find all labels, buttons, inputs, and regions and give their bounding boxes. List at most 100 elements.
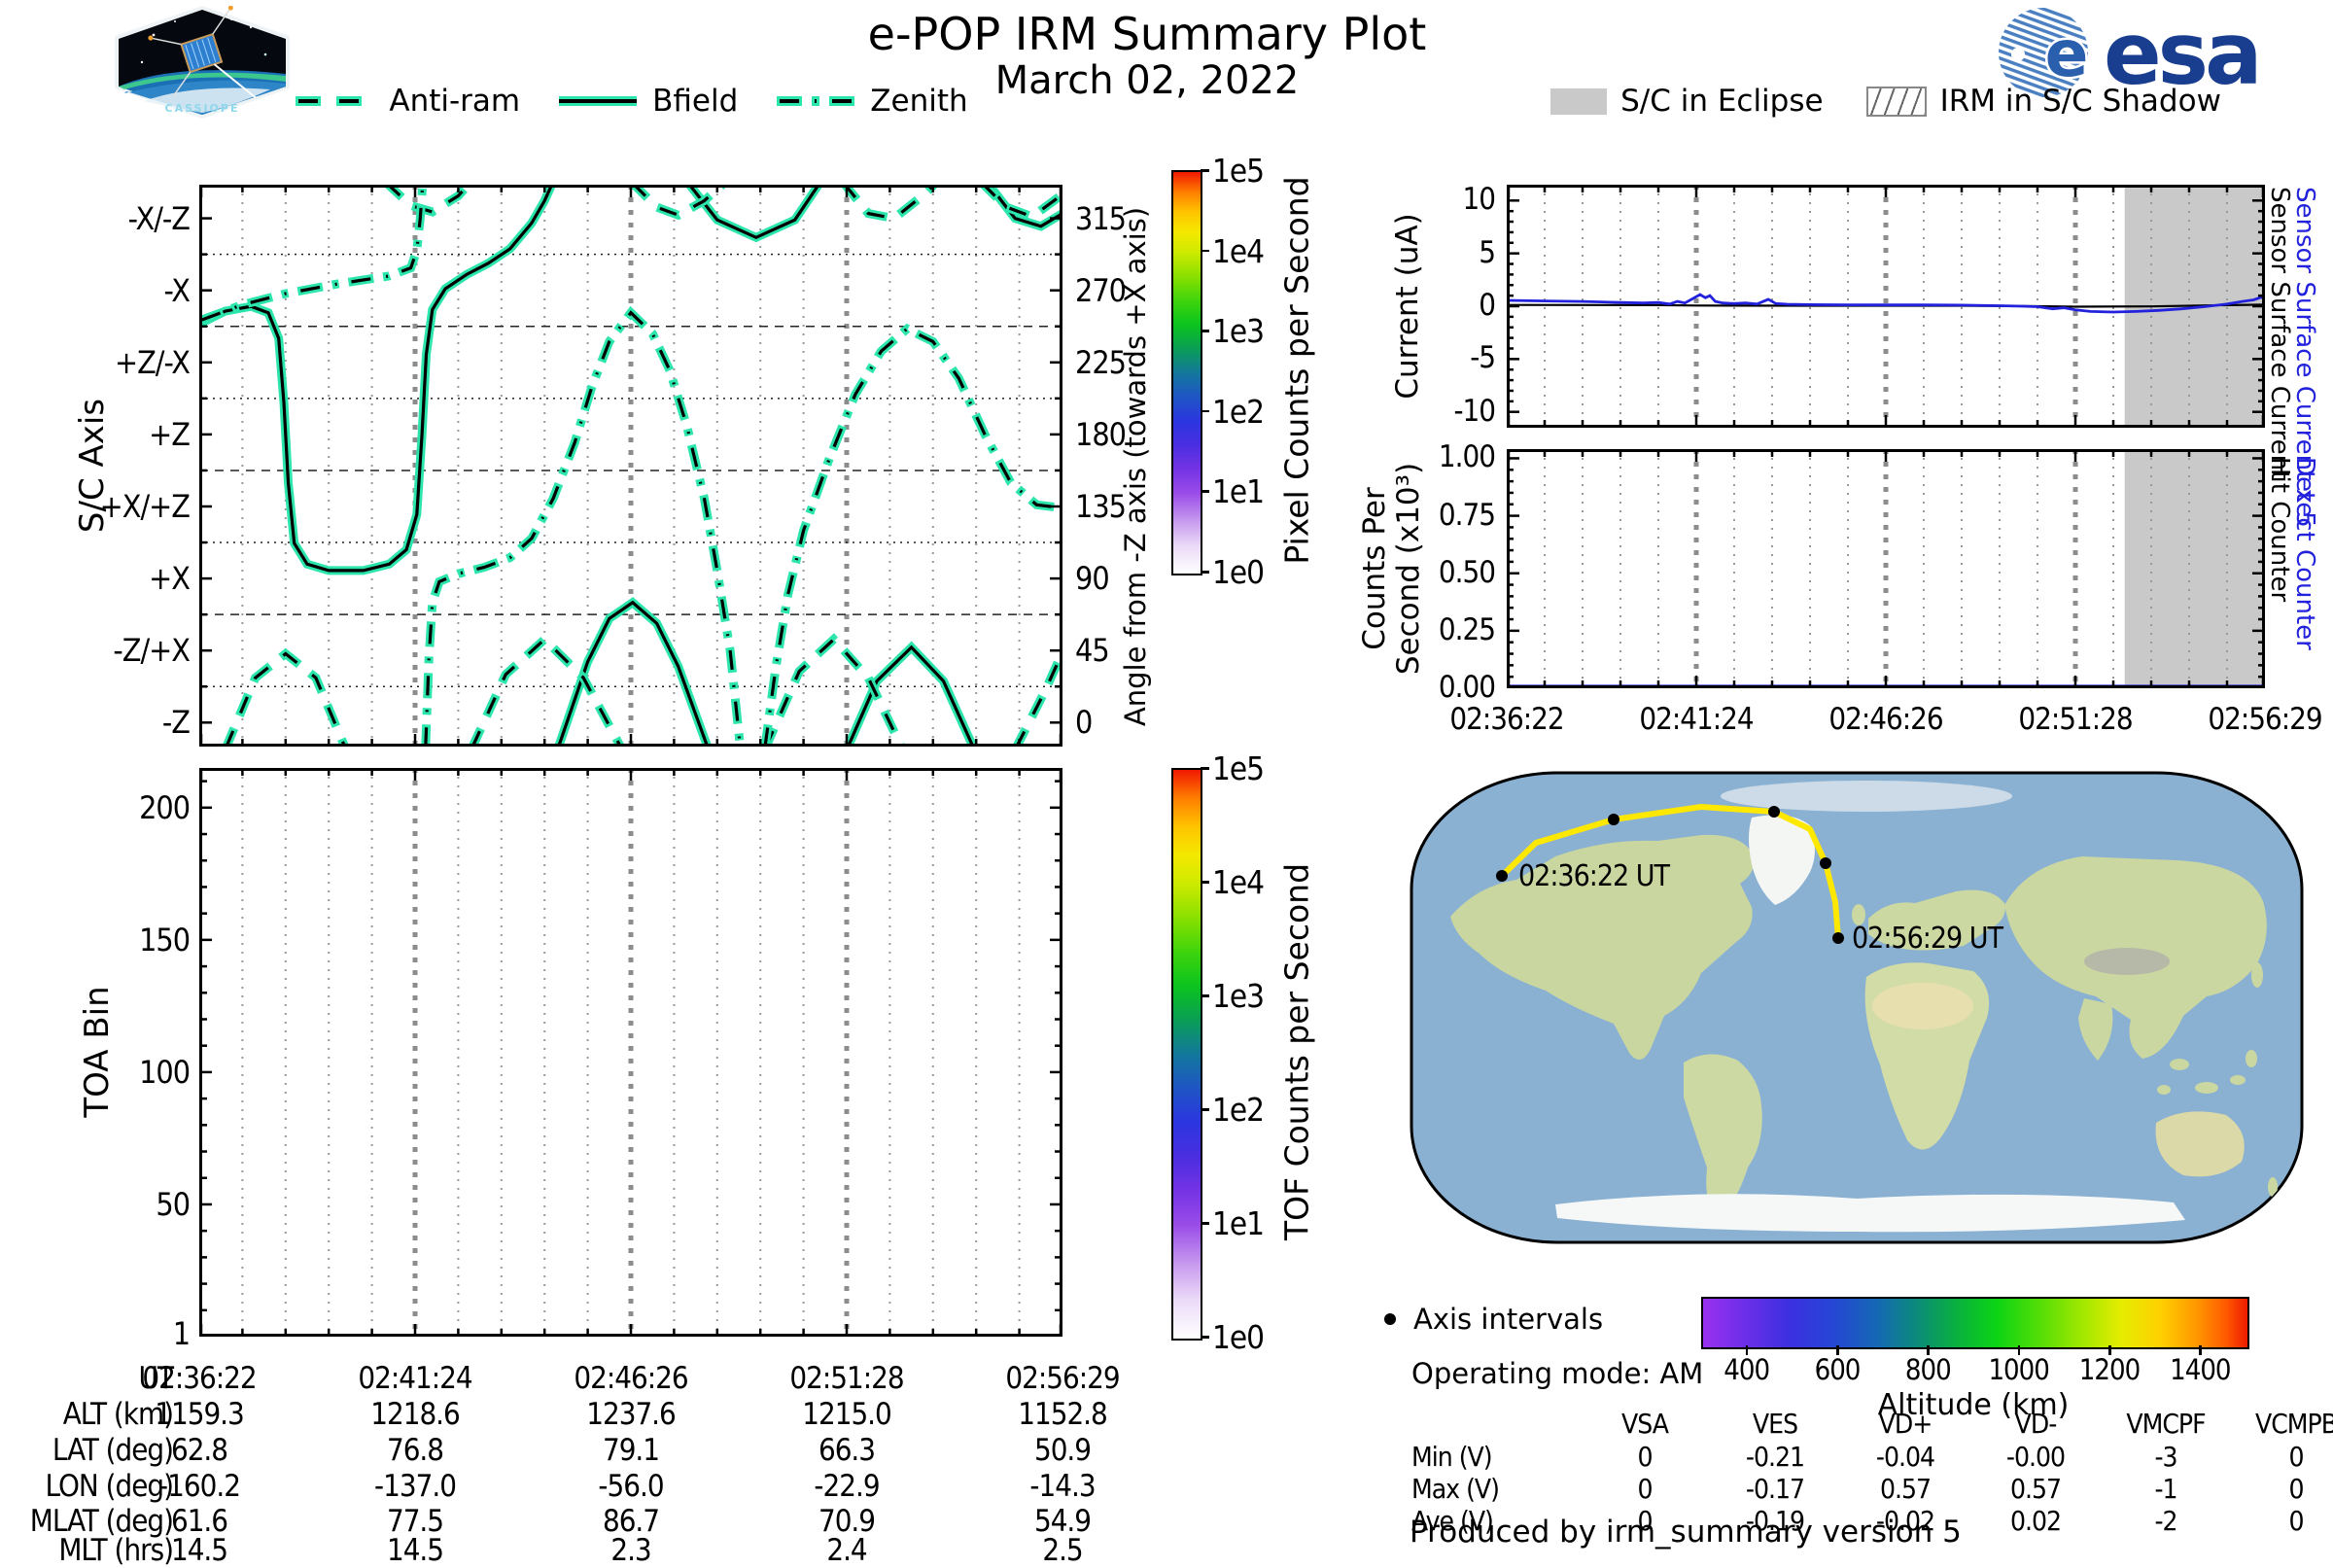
tick-label: VES: [1752, 1408, 1798, 1440]
legend-eclipse-label: S/C in Eclipse: [1620, 84, 1824, 119]
legend-bfield-label: Bfield: [652, 84, 739, 119]
tick-label: 02:36:22: [142, 1361, 257, 1396]
scaxis-plot: [199, 185, 1062, 747]
tick-label: -5: [1470, 340, 1496, 376]
axis-intervals-label: Axis intervals: [1413, 1303, 1604, 1336]
svg-text:e: e: [2045, 17, 2089, 91]
map-end-time-label: 02:56:29 UT: [1852, 922, 2003, 956]
tick-label: -3: [2154, 1441, 2177, 1473]
altitude-colorbar: [1701, 1297, 2249, 1349]
tick-label: 02:56:29: [1005, 1361, 1120, 1396]
tick-label: Max (V): [1411, 1473, 1500, 1505]
colorbar-tick: [1201, 1336, 1209, 1339]
tick-label: 150: [139, 921, 191, 958]
tick-label: VD-: [2014, 1408, 2058, 1440]
tick-label: +X: [149, 560, 191, 598]
tick-label: 2.3: [610, 1533, 651, 1568]
tick-label: Min (V): [1411, 1441, 1493, 1473]
tof-colorbar: [1171, 768, 1202, 1341]
colorbar-tick: [1201, 767, 1209, 770]
tick-label: 14.5: [386, 1533, 444, 1568]
tick-label: -0.04: [1875, 1441, 1935, 1473]
tick-label: -22.9: [814, 1469, 880, 1504]
colorbar-tick: [1201, 490, 1209, 493]
tick-label: 1: [172, 1315, 191, 1353]
zenith-line-sample-icon: [777, 96, 855, 106]
tick-label: VCMPB: [2254, 1408, 2333, 1440]
tick-label: 62.8: [170, 1433, 228, 1468]
map-start-time-label: 02:36:22 UT: [1518, 859, 1670, 893]
tick-label: 0.00: [1438, 670, 1496, 705]
colorbar-tick: [1201, 249, 1209, 253]
tick-label: 600: [1814, 1353, 1862, 1386]
altbar-tick: [2199, 1345, 2202, 1355]
tick-label: -X/-Z: [127, 199, 191, 237]
current-plot: [1507, 185, 2265, 428]
tick-label: -0.00: [2005, 1441, 2066, 1473]
colorbar-tick: [1201, 169, 1209, 172]
colorbar-tick: [1201, 994, 1209, 997]
tick-label: 02:51:28: [789, 1361, 904, 1396]
tick-label: 2.4: [826, 1533, 867, 1568]
tick-label: 1159.3: [155, 1397, 245, 1432]
tick-label: 02:36:22: [1449, 702, 1564, 737]
tick-label: -10: [1453, 393, 1496, 429]
tick-label: 50.9: [1033, 1433, 1092, 1468]
colorbar-tick: [1201, 881, 1209, 884]
tick-label: 5: [1479, 234, 1496, 270]
anti-ram-line-sample-icon: [296, 96, 374, 106]
tick-label: 66.3: [818, 1433, 876, 1468]
tick-label: 1237.6: [586, 1397, 677, 1432]
pixel-colorbar-label: Pixel Counts per Second: [1277, 176, 1316, 565]
tick-label: 1.00: [1438, 439, 1496, 475]
tick-label: 79.1: [602, 1433, 660, 1468]
tick-label: 1000: [1988, 1353, 2049, 1386]
tick-label: 02:41:24: [358, 1361, 472, 1396]
tick-label: 1e0: [1212, 1318, 1265, 1356]
eclipse-legend: S/C in Eclipse IRM in S/C Shadow: [1458, 84, 2314, 119]
counts-ylabel-line1: Counts Per: [1357, 487, 1392, 650]
tick-label: 50: [156, 1185, 191, 1223]
tick-label: +X/+Z: [99, 487, 191, 525]
altbar-tick: [2108, 1345, 2111, 1355]
eclipse-swatch-icon: [1550, 87, 1608, 115]
detect-counter-label: Detect Counter: [2290, 457, 2319, 650]
tick-label: 0.57: [1879, 1473, 1932, 1505]
legend-shadow-label: IRM in S/C Shadow: [1939, 84, 2221, 119]
tick-label: -160.2: [158, 1469, 241, 1504]
tick-label: 02:41:24: [1639, 702, 1754, 737]
tick-label: 1200: [2078, 1353, 2141, 1386]
tick-label: -2: [2154, 1505, 2177, 1537]
angle-axis-label: Angle from -Z axis (towards +X axis): [1119, 206, 1152, 727]
tick-label: 800: [1904, 1353, 1952, 1386]
tick-label: -Z/+X: [113, 632, 191, 670]
tick-label: 1152.8: [1018, 1397, 1108, 1432]
tick-label: 02:56:29: [2208, 702, 2322, 737]
tick-label: 400: [1724, 1353, 1770, 1386]
bfield-line-sample-icon: [559, 96, 638, 106]
tick-label: 0: [2288, 1441, 2304, 1473]
altbar-tick: [1745, 1345, 1749, 1355]
tick-label: 0.75: [1438, 497, 1496, 533]
tick-label: 14.5: [170, 1533, 228, 1568]
tick-label: 0.57: [2009, 1473, 2062, 1505]
sensor-current-x5-label: Sensor Surface Current x 5: [2290, 187, 2319, 528]
tick-label: 2.5: [1042, 1533, 1083, 1568]
altbar-tick: [1927, 1345, 1930, 1355]
tick-label: 1e5: [1212, 749, 1265, 787]
tick-label: +Z: [149, 415, 191, 453]
tick-label: 0: [1637, 1473, 1653, 1505]
tick-label: VD+: [1878, 1408, 1933, 1440]
tick-label: 02:46:26: [574, 1361, 688, 1396]
tick-label: -X: [163, 271, 191, 309]
colorbar-tick: [1201, 571, 1209, 574]
toa-plot: [199, 768, 1062, 1337]
tick-label: -14.3: [1029, 1469, 1096, 1504]
legend-zenith-label: Zenith: [870, 84, 968, 119]
tick-label: -56.0: [598, 1469, 664, 1504]
hit-counter-label: Hit Counter: [2265, 457, 2294, 603]
tick-label: 76.8: [386, 1433, 444, 1468]
tick-label: 1215.0: [802, 1397, 892, 1432]
tick-label: 1218.6: [370, 1397, 461, 1432]
tick-label: -1: [2154, 1473, 2177, 1505]
